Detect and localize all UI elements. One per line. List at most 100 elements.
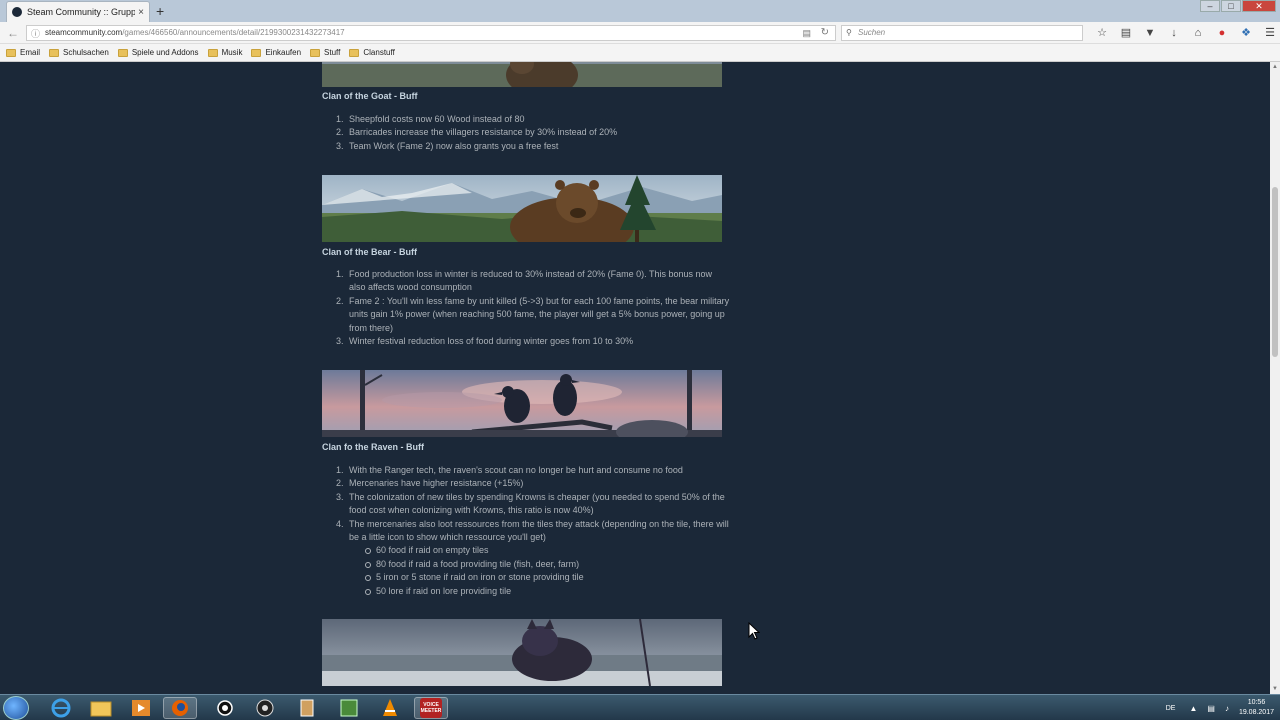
pocket-icon[interactable]: ▼ xyxy=(1138,25,1162,41)
raven-changes-list: 1. With the Ranger tech, the raven's scou… xyxy=(336,464,731,598)
url-path: /games/466560/announcements/detail/21993… xyxy=(122,28,345,37)
folder-icon xyxy=(117,48,128,57)
language-indicator[interactable]: DE xyxy=(1166,705,1176,712)
list-item: 2. Fame 2 : You'll win less fame by unit … xyxy=(336,295,730,333)
maximize-icon[interactable]: □ xyxy=(1221,0,1241,12)
toolbar-icons: ☆ ▤ ▼ ↓ ⌂ ● ❖ ☰ xyxy=(1090,25,1280,41)
section-heading-goat: Clan of the Goat - Buff xyxy=(322,91,418,101)
window-controls: – □ ✕ xyxy=(1199,0,1276,12)
voicemeeter-button[interactable]: VOICE MEETER xyxy=(414,697,448,719)
bookmark-spiele[interactable]: Spiele und Addons xyxy=(117,48,199,57)
section-heading-raven: Clan fo the Raven - Buff xyxy=(322,442,425,452)
steam-icon[interactable] xyxy=(208,697,242,719)
back-arrow-icon[interactable]: ← xyxy=(5,25,21,41)
folder-icon xyxy=(207,48,218,57)
reading-list-icon[interactable]: ▤ xyxy=(1114,25,1138,41)
obs-icon[interactable] xyxy=(248,697,282,719)
minimize-icon[interactable]: – xyxy=(1200,0,1220,12)
sub-list-item: 50 lore if raid on lore providing tile xyxy=(363,585,731,598)
bookmark-label: Spiele und Addons xyxy=(131,48,199,57)
bookmark-clanstuff[interactable]: Clanstuff xyxy=(349,48,395,57)
system-tray: DE ▲ ▤ ♪ 10:56 19.08.2017 xyxy=(1166,695,1274,720)
list-item: 3. The colonization of new tiles by spend… xyxy=(336,491,725,516)
speaker-icon[interactable]: ♪ xyxy=(1225,704,1229,713)
tab-bar: Steam Community :: Gruppe × + – □ ✕ xyxy=(0,0,1280,22)
sub-list-item: 5 iron or 5 stone if raid on iron or sto… xyxy=(363,571,731,584)
tab-title: Steam Community :: Gruppe xyxy=(27,7,136,17)
list-item: 3. Team Work (Fame 2) now also grants you… xyxy=(336,140,559,151)
start-button[interactable] xyxy=(3,696,29,720)
bookmark-musik[interactable]: Musik xyxy=(207,48,243,57)
list-item: 2. Mercenaries have higher resistance (+1… xyxy=(336,478,524,489)
clock-time: 10:56 xyxy=(1247,699,1266,706)
app-icon[interactable] xyxy=(332,697,366,719)
bookmark-label: Email xyxy=(20,48,41,57)
bookmark-schulsachen[interactable]: Schulsachen xyxy=(49,48,109,57)
bookmark-label: Musik xyxy=(221,48,243,57)
firefox-icon[interactable] xyxy=(163,697,197,719)
browser-window: Steam Community :: Gruppe × + – □ ✕ ← ⓘ … xyxy=(0,0,1280,720)
voicemeeter-label: MEETER xyxy=(420,708,442,714)
bookmark-star-icon[interactable]: ☆ xyxy=(1090,25,1114,41)
steam-favicon-icon xyxy=(12,7,22,17)
reload-icon[interactable]: ↻ xyxy=(821,26,829,40)
bookmark-label: Stuff xyxy=(324,48,341,57)
folder-icon xyxy=(6,48,16,57)
list-item: 4. The mercenaries also loot ressources f… xyxy=(336,518,731,598)
goat-clan-banner-image xyxy=(322,62,722,87)
folder-icon xyxy=(49,48,60,57)
search-input[interactable]: ⚲ Suchen xyxy=(841,25,1083,41)
list-item: 2. Barricades increase the villagers resi… xyxy=(336,127,618,138)
vlc-icon[interactable] xyxy=(373,697,407,719)
section-heading-bear: Clan of the Bear - Buff xyxy=(322,247,418,257)
network-icon[interactable]: ▤ xyxy=(1207,704,1215,713)
mouse-cursor-icon xyxy=(748,622,760,640)
list-item: 3. Winter festival reduction loss of food… xyxy=(336,336,634,347)
file-explorer-icon[interactable] xyxy=(84,697,118,719)
info-icon[interactable]: ⓘ xyxy=(31,27,40,40)
navigation-bar: ← ⓘ steamcommunity.com/games/466560/anno… xyxy=(0,22,1280,44)
list-item: 1. With the Ranger tech, the raven's scou… xyxy=(336,465,683,475)
bookmark-email[interactable]: Email xyxy=(6,48,40,57)
extension-icon[interactable]: ❖ xyxy=(1234,25,1258,41)
goat-changes-list: 1. Sheepfold costs now 60 Wood instead of… xyxy=(336,113,731,153)
internet-explorer-icon[interactable] xyxy=(44,697,78,719)
bookmark-label: Einkaufen xyxy=(265,48,302,57)
bookmark-stuff[interactable]: Stuff xyxy=(310,48,340,57)
clock[interactable]: 10:56 19.08.2017 xyxy=(1239,698,1274,718)
scroll-up-icon[interactable]: ▲ xyxy=(1272,64,1278,70)
tab-close-icon[interactable]: × xyxy=(138,7,144,18)
reader-view-icon[interactable]: ▤ xyxy=(802,26,811,40)
app-icon[interactable] xyxy=(290,697,324,719)
adblock-icon[interactable]: ● xyxy=(1210,25,1234,41)
voicemeeter-icon: VOICE MEETER xyxy=(420,698,442,718)
close-window-icon[interactable]: ✕ xyxy=(1242,0,1276,12)
vertical-scrollbar[interactable]: ▲ ▼ xyxy=(1270,62,1280,694)
menu-icon[interactable]: ☰ xyxy=(1258,25,1280,41)
browser-tab[interactable]: Steam Community :: Gruppe × xyxy=(6,1,150,22)
home-icon[interactable]: ⌂ xyxy=(1186,25,1210,41)
download-icon[interactable]: ↓ xyxy=(1162,25,1186,41)
folder-icon xyxy=(251,48,262,57)
bookmark-label: Clanstuff xyxy=(363,48,395,57)
search-placeholder: Suchen xyxy=(858,28,886,37)
scrollbar-thumb[interactable] xyxy=(1272,187,1278,357)
list-item: 1. Food production loss in winter is redu… xyxy=(336,269,713,293)
windows-taskbar: VOICE MEETER DE ▲ ▤ ♪ 10:56 19.08.2017 xyxy=(0,694,1280,720)
raven-clan-banner-image xyxy=(322,370,722,437)
url-domain: steamcommunity.com xyxy=(45,28,123,37)
bear-changes-list: 1. Food production loss in winter is redu… xyxy=(336,268,731,348)
list-item: 1. Sheepfold costs now 60 Wood instead of… xyxy=(336,114,525,124)
bookmark-einkaufen[interactable]: Einkaufen xyxy=(251,48,301,57)
scroll-down-icon[interactable]: ▼ xyxy=(1272,686,1278,692)
new-tab-button[interactable]: + xyxy=(156,3,164,19)
tray-arrow-icon[interactable]: ▲ xyxy=(1189,704,1197,713)
loot-sublist: 60 food if raid on empty tiles 80 food i… xyxy=(363,544,731,598)
url-bar[interactable]: ⓘ steamcommunity.com/games/466560/announ… xyxy=(26,25,836,41)
bear-clan-banner-image xyxy=(322,175,722,242)
media-player-icon[interactable] xyxy=(124,697,158,719)
page-content[interactable]: Clan of the Goat - Buff 1. Sheepfold cost… xyxy=(0,62,1270,694)
wolf-clan-banner-image xyxy=(322,619,722,686)
search-icon: ⚲ xyxy=(846,28,852,37)
bookmark-label: Schulsachen xyxy=(63,48,109,57)
